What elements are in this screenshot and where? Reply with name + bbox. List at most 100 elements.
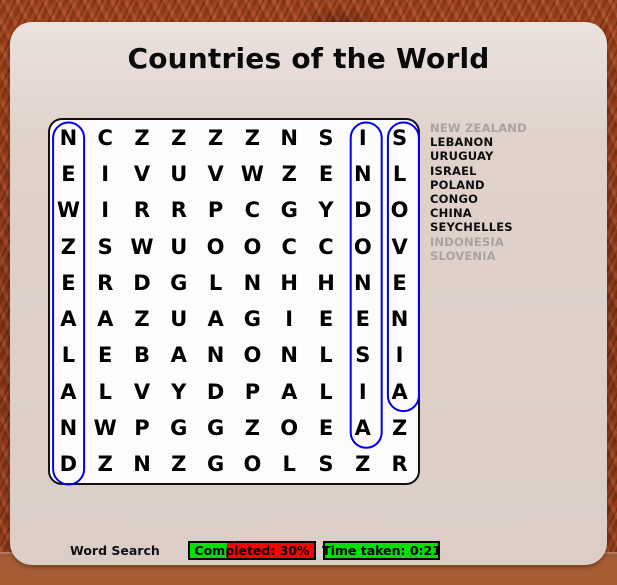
grid-cell[interactable]: C bbox=[271, 229, 308, 265]
grid-cell[interactable]: E bbox=[381, 265, 418, 301]
word-list-item[interactable]: URUGUAY bbox=[430, 149, 580, 163]
grid-cell[interactable]: S bbox=[344, 338, 381, 374]
word-list-item[interactable]: SEYCHELLES bbox=[430, 220, 580, 234]
grid-cell[interactable]: Z bbox=[160, 120, 197, 156]
grid-cell[interactable]: E bbox=[308, 410, 345, 446]
grid-cell[interactable]: C bbox=[308, 229, 345, 265]
grid-cell[interactable]: A bbox=[381, 374, 418, 410]
grid-cell[interactable]: Z bbox=[124, 301, 161, 337]
grid-cell[interactable]: N bbox=[50, 120, 87, 156]
grid-cell[interactable]: U bbox=[160, 229, 197, 265]
grid-cell[interactable]: E bbox=[308, 301, 345, 337]
grid-cell[interactable]: L bbox=[50, 338, 87, 374]
grid-cell[interactable]: N bbox=[344, 265, 381, 301]
grid-cell[interactable]: Z bbox=[271, 156, 308, 192]
grid-cell[interactable]: S bbox=[308, 120, 345, 156]
grid-cell[interactable]: S bbox=[381, 120, 418, 156]
grid-cell[interactable]: I bbox=[381, 338, 418, 374]
grid-cell[interactable]: W bbox=[50, 193, 87, 229]
grid-cell[interactable]: D bbox=[50, 447, 87, 483]
grid-cell[interactable]: S bbox=[87, 229, 124, 265]
grid-cell[interactable]: W bbox=[234, 156, 271, 192]
grid-cell[interactable]: A bbox=[197, 301, 234, 337]
grid-cell[interactable]: L bbox=[271, 447, 308, 483]
grid-cell[interactable]: C bbox=[234, 193, 271, 229]
grid-cell[interactable]: R bbox=[87, 265, 124, 301]
grid-cell[interactable]: N bbox=[197, 338, 234, 374]
grid-cell[interactable]: L bbox=[197, 265, 234, 301]
grid-cell[interactable]: V bbox=[124, 156, 161, 192]
grid-cell[interactable]: W bbox=[124, 229, 161, 265]
word-list-item[interactable]: INDONESIA bbox=[430, 235, 580, 249]
grid-cell[interactable]: E bbox=[308, 156, 345, 192]
grid-cell[interactable]: G bbox=[160, 265, 197, 301]
grid-cell[interactable]: O bbox=[271, 410, 308, 446]
grid-cell[interactable]: E bbox=[50, 265, 87, 301]
grid-cell[interactable]: L bbox=[308, 338, 345, 374]
grid-cell[interactable]: L bbox=[87, 374, 124, 410]
grid-cell[interactable]: A bbox=[87, 301, 124, 337]
grid-cell[interactable]: L bbox=[381, 156, 418, 192]
grid-cell[interactable]: N bbox=[344, 156, 381, 192]
grid-cell[interactable]: Z bbox=[344, 447, 381, 483]
grid-cell[interactable]: U bbox=[160, 301, 197, 337]
grid-cell[interactable]: W bbox=[87, 410, 124, 446]
grid-cell[interactable]: O bbox=[381, 193, 418, 229]
puzzle-grid-panel[interactable]: NCZZZZNSISEIVUVWZENLWIRRPCGYDOZSWUOOCCOV… bbox=[48, 118, 420, 486]
grid-cell[interactable]: G bbox=[271, 193, 308, 229]
grid-cell[interactable]: P bbox=[124, 410, 161, 446]
word-list-item[interactable]: POLAND bbox=[430, 178, 580, 192]
grid-cell[interactable]: I bbox=[87, 156, 124, 192]
grid-cell[interactable]: Z bbox=[87, 447, 124, 483]
grid-cell[interactable]: Z bbox=[160, 447, 197, 483]
grid-cell[interactable]: L bbox=[308, 374, 345, 410]
grid-cell[interactable]: Z bbox=[381, 410, 418, 446]
grid-cell[interactable]: N bbox=[271, 120, 308, 156]
grid-cell[interactable]: G bbox=[197, 410, 234, 446]
grid-cell[interactable]: D bbox=[344, 193, 381, 229]
grid-cell[interactable]: H bbox=[308, 265, 345, 301]
grid-cell[interactable]: Z bbox=[50, 229, 87, 265]
grid-cell[interactable]: A bbox=[160, 338, 197, 374]
grid-cell[interactable]: V bbox=[124, 374, 161, 410]
grid-cell[interactable]: Z bbox=[234, 410, 271, 446]
word-list-item[interactable]: SLOVENIA bbox=[430, 249, 580, 263]
grid-cell[interactable]: O bbox=[197, 229, 234, 265]
grid-cell[interactable]: P bbox=[197, 193, 234, 229]
word-list[interactable]: NEW ZEALAND LEBANON URUGUAY ISRAEL POLAND CON… bbox=[430, 121, 580, 263]
word-list-item[interactable]: ISRAEL bbox=[430, 164, 580, 178]
grid-cell[interactable]: O bbox=[344, 229, 381, 265]
grid-cell[interactable]: S bbox=[308, 447, 345, 483]
word-list-item[interactable]: CHINA bbox=[430, 206, 580, 220]
grid-cell[interactable]: I bbox=[271, 301, 308, 337]
grid-cell[interactable]: I bbox=[344, 374, 381, 410]
word-list-item[interactable]: NEW ZEALAND bbox=[430, 121, 580, 135]
grid-cell[interactable]: N bbox=[234, 265, 271, 301]
grid-cell[interactable]: I bbox=[87, 193, 124, 229]
grid-cell[interactable]: O bbox=[234, 338, 271, 374]
grid-cell[interactable]: R bbox=[160, 193, 197, 229]
grid-cell[interactable]: A bbox=[344, 410, 381, 446]
grid-cell[interactable]: G bbox=[160, 410, 197, 446]
grid-cell[interactable]: E bbox=[344, 301, 381, 337]
grid-cell[interactable]: N bbox=[381, 301, 418, 337]
grid-cell[interactable]: E bbox=[87, 338, 124, 374]
grid-cell[interactable]: O bbox=[234, 447, 271, 483]
grid-cell[interactable]: U bbox=[160, 156, 197, 192]
grid-cell[interactable]: V bbox=[197, 156, 234, 192]
grid-cell[interactable]: I bbox=[344, 120, 381, 156]
word-list-item[interactable]: LEBANON bbox=[430, 135, 580, 149]
grid-cell[interactable]: R bbox=[124, 193, 161, 229]
grid-cell[interactable]: Y bbox=[160, 374, 197, 410]
grid-cell[interactable]: B bbox=[124, 338, 161, 374]
grid-cell[interactable]: A bbox=[50, 301, 87, 337]
grid-cell[interactable]: P bbox=[234, 374, 271, 410]
grid-cell[interactable]: V bbox=[381, 229, 418, 265]
grid-cell[interactable]: Y bbox=[308, 193, 345, 229]
grid-cell[interactable]: O bbox=[234, 229, 271, 265]
grid-cell[interactable]: G bbox=[197, 447, 234, 483]
grid-cell[interactable]: Z bbox=[197, 120, 234, 156]
grid-cell[interactable]: N bbox=[271, 338, 308, 374]
grid-cell[interactable]: Z bbox=[124, 120, 161, 156]
word-list-item[interactable]: CONGO bbox=[430, 192, 580, 206]
